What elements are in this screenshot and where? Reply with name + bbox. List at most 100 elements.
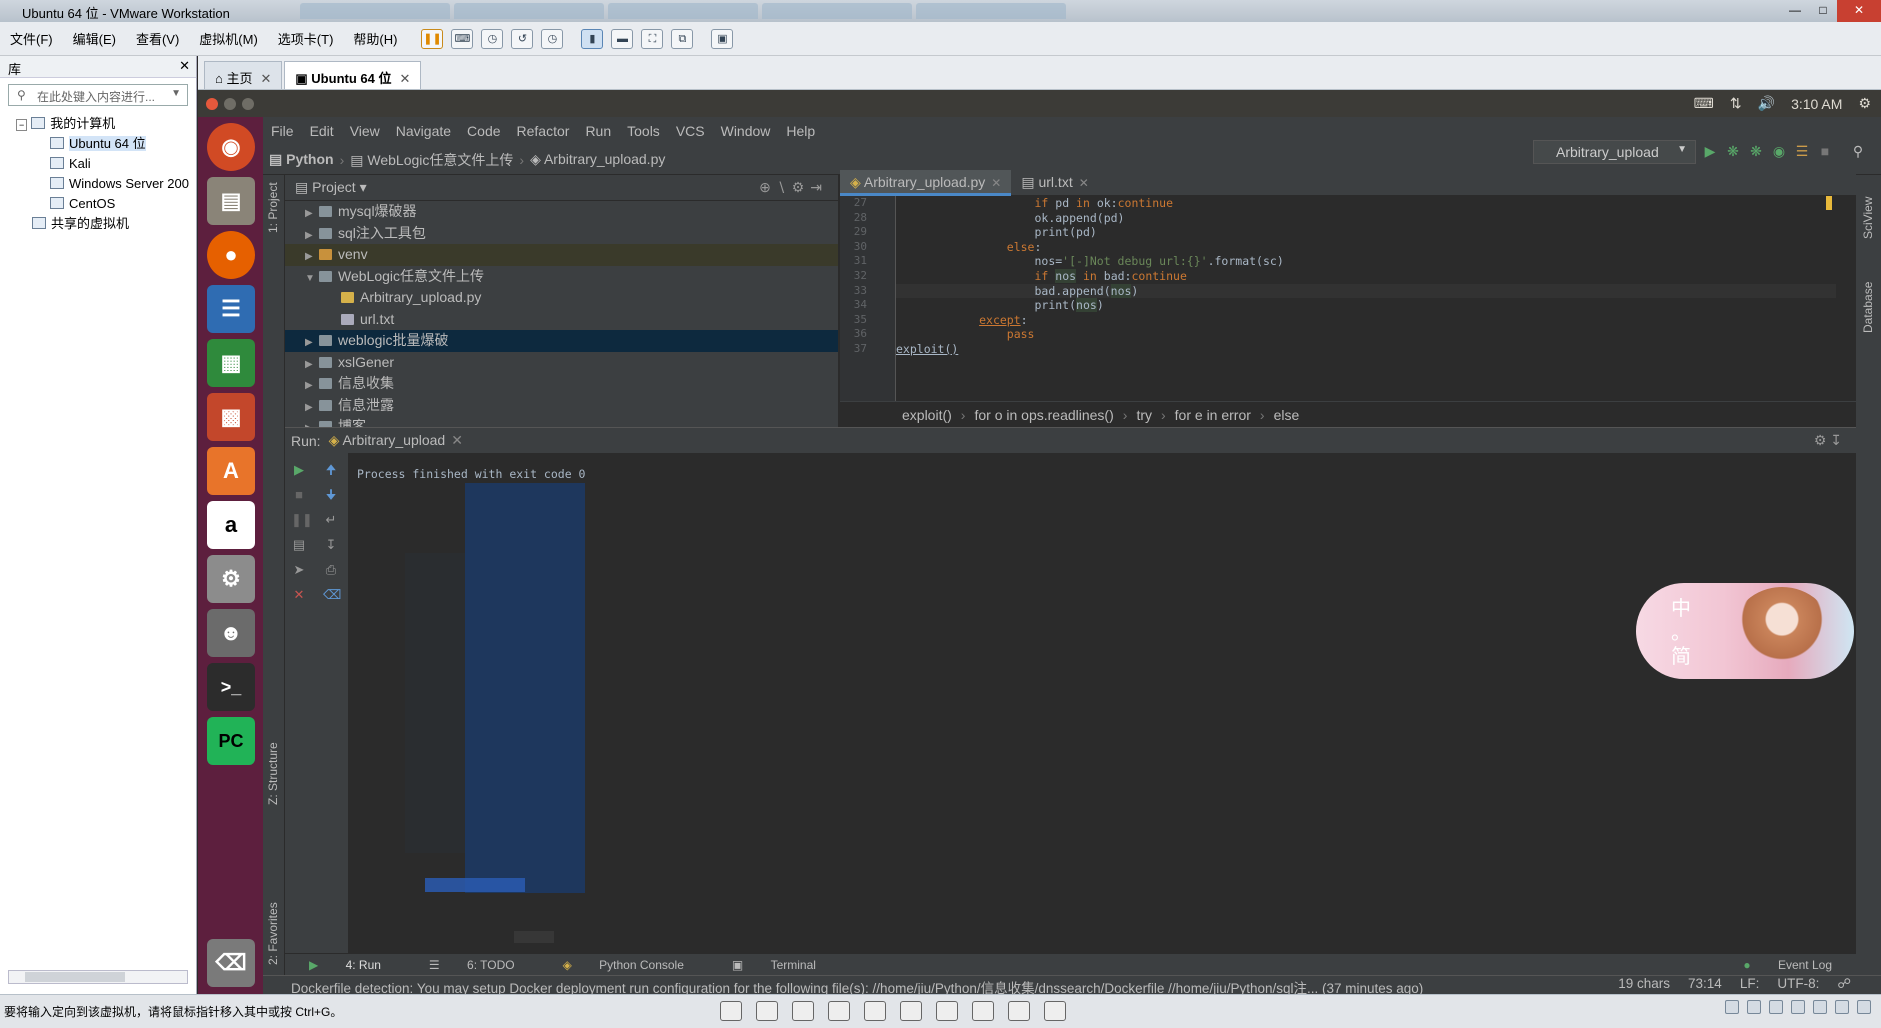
tab-home[interactable]: ⌂ 主页 ✕ [204,61,283,89]
stop-icon[interactable]: ■ [1817,143,1833,159]
show-library-icon[interactable]: ▮ [581,28,604,49]
menu-view[interactable]: View [342,123,388,139]
pause-icon[interactable]: ❚❚ [291,513,313,527]
console-view-icon[interactable]: ▣ [711,28,734,49]
code-editor[interactable]: if pd in ok:continue ok.append(pd) print… [896,196,1836,401]
run-config-select[interactable]: Arbitrary_upload ▼ [1533,140,1696,164]
run-console[interactable]: Process finished with exit code 0 [349,453,1842,953]
usb-icon[interactable] [1791,1000,1805,1014]
fullscreen-icon[interactable]: ⛶ [641,28,664,49]
run-settings-icon[interactable]: ⚙ ↧ [1814,432,1842,449]
menu-code[interactable]: Code [459,123,508,139]
close-icon[interactable]: ✕ [399,71,410,86]
menu-view[interactable]: 查看(V) [126,29,189,48]
status-line-separator[interactable]: LF: [1740,976,1760,992]
clock[interactable]: 3:10 AM [1791,96,1842,112]
zoom-in-icon[interactable] [792,1001,814,1021]
tree-item-my-computer[interactable]: − 我的计算机 [16,114,196,134]
menu-window[interactable]: Window [713,123,779,139]
sound-icon[interactable] [1813,1000,1827,1014]
close-icon[interactable]: ✕ [1837,0,1881,22]
run-icon[interactable]: ▶ [1702,143,1718,159]
minimize-icon[interactable] [224,97,236,110]
crumb[interactable]: else [1274,407,1300,423]
tool-favorites[interactable]: 2: Favorites [266,902,280,965]
menu-run[interactable]: Run [577,123,619,139]
display-icon[interactable] [1857,1000,1871,1014]
status-encoding[interactable]: UTF-8: [1777,976,1819,992]
impress-icon[interactable]: ▩ [207,393,255,441]
pycharm-icon[interactable]: PC [207,717,255,765]
tree-item-shared-vms[interactable]: 共享的虚拟机 [16,214,196,234]
menu-tools[interactable]: Tools [619,123,668,139]
nav-crumb-file[interactable]: ◈ Arbitrary_upload.py [524,151,671,168]
tab-terminal[interactable]: ▣ Terminal [708,958,840,972]
amazon-icon[interactable]: a [207,501,255,549]
tree-item[interactable]: ▶ 信息泄露 [285,395,838,417]
search-icon[interactable]: ⚲ [1850,143,1866,159]
ratio-icon[interactable] [720,1001,742,1021]
system-settings-icon[interactable]: ⚙ [207,555,255,603]
menu-tabs[interactable]: 选项卡(T) [268,29,344,48]
close-icon[interactable] [206,97,218,110]
warning-marker[interactable] [1826,196,1832,210]
tool-structure[interactable]: Z: Structure [266,742,280,805]
firefox-icon[interactable]: ● [207,231,255,279]
menu-file[interactable]: File [263,123,302,139]
tool-sciview[interactable]: SciView [1861,197,1875,239]
nav-crumb-folder[interactable]: ▤ WebLogic任意文件上传 [344,150,519,170]
writer-icon[interactable]: ☰ [207,285,255,333]
software-center-icon[interactable]: A [207,447,255,495]
tab-python-console[interactable]: ◈ Python Console [539,958,708,972]
tab-event-log[interactable]: ● Event Log [1719,958,1856,972]
close-icon[interactable]: ✕ [291,588,307,602]
revert-snapshot-icon[interactable]: ↺ [511,28,534,49]
pin-icon[interactable]: ➤ [291,563,307,577]
menu-navigate[interactable]: Navigate [388,123,459,139]
tree-item-centos[interactable]: CentOS [16,194,196,214]
tab-arbitrary-upload[interactable]: ◈ Arbitrary_upload.py ✕ [840,170,1012,196]
tree-item[interactable]: ▶ sql注入工具包 [285,223,838,245]
send-keys-icon[interactable]: ⌨ [451,28,474,49]
network-adapter-icon[interactable] [1769,1000,1783,1014]
scrollbar-thumb[interactable] [25,972,125,982]
concurrency-icon[interactable]: ☰ [1794,143,1810,159]
soft-wrap-icon[interactable]: ↵ [323,513,339,527]
arrow-up-icon[interactable]: 🠉 [323,463,339,477]
files-icon[interactable]: ▤ [207,177,255,225]
maximize-icon[interactable] [242,97,254,110]
tree-item[interactable]: ▶ weblogic批量爆破 [285,330,838,352]
tab-ubuntu[interactable]: ▣ Ubuntu 64 位 ✕ [284,61,422,89]
nav-crumb-project[interactable]: ▤ Python [263,151,340,168]
network-icon[interactable]: ⇅ [1730,95,1742,112]
zoom-out-icon[interactable] [828,1001,850,1021]
layout-icon[interactable]: ▤ [291,538,307,552]
tree-item[interactable]: ▶ xslGener [285,352,838,374]
tree-item-windows-server[interactable]: Windows Server 200 [16,174,196,194]
menu-vcs[interactable]: VCS [668,123,713,139]
menu-file[interactable]: 文件(F) [0,29,63,48]
tool-project[interactable]: 1: Project [266,182,280,233]
scroll-end-icon[interactable]: ↧ [323,538,339,552]
settings-gear-icon[interactable]: ⚙ [1858,95,1871,112]
ubuntu-dash-icon[interactable]: ◉ [207,123,255,171]
menu-help[interactable]: 帮助(H) [343,29,407,48]
close-icon[interactable]: ✕ [991,176,1001,190]
menu-edit[interactable]: 编辑(E) [63,29,126,48]
volume-icon[interactable]: 🔊 [1758,95,1775,112]
rerun-icon[interactable]: ▶ [291,463,307,477]
unity-icon[interactable]: ⧉ [671,28,694,49]
hdd-icon[interactable] [1725,1000,1739,1014]
tree-item[interactable]: ▼ WebLogic任意文件上传 [285,266,838,288]
cdrom-icon[interactable] [1747,1000,1761,1014]
crumb[interactable]: for e in error [1175,407,1251,423]
minimize-icon[interactable]: — [1781,0,1809,22]
tab-todo[interactable]: ☰ 6: TODO [405,958,539,972]
hand-icon[interactable] [1044,1001,1066,1021]
status-caret[interactable]: 73:14 [1688,976,1722,992]
run-tab[interactable]: ◈ Arbitrary_upload ✕ [329,432,463,449]
tree-item-ubuntu[interactable]: Ubuntu 64 位 [16,134,196,154]
menu-help[interactable]: Help [778,123,823,139]
tree-item[interactable]: ▶ 信息收集 [285,373,838,395]
tree-item[interactable]: ▶ mysql爆破器 [285,201,838,223]
